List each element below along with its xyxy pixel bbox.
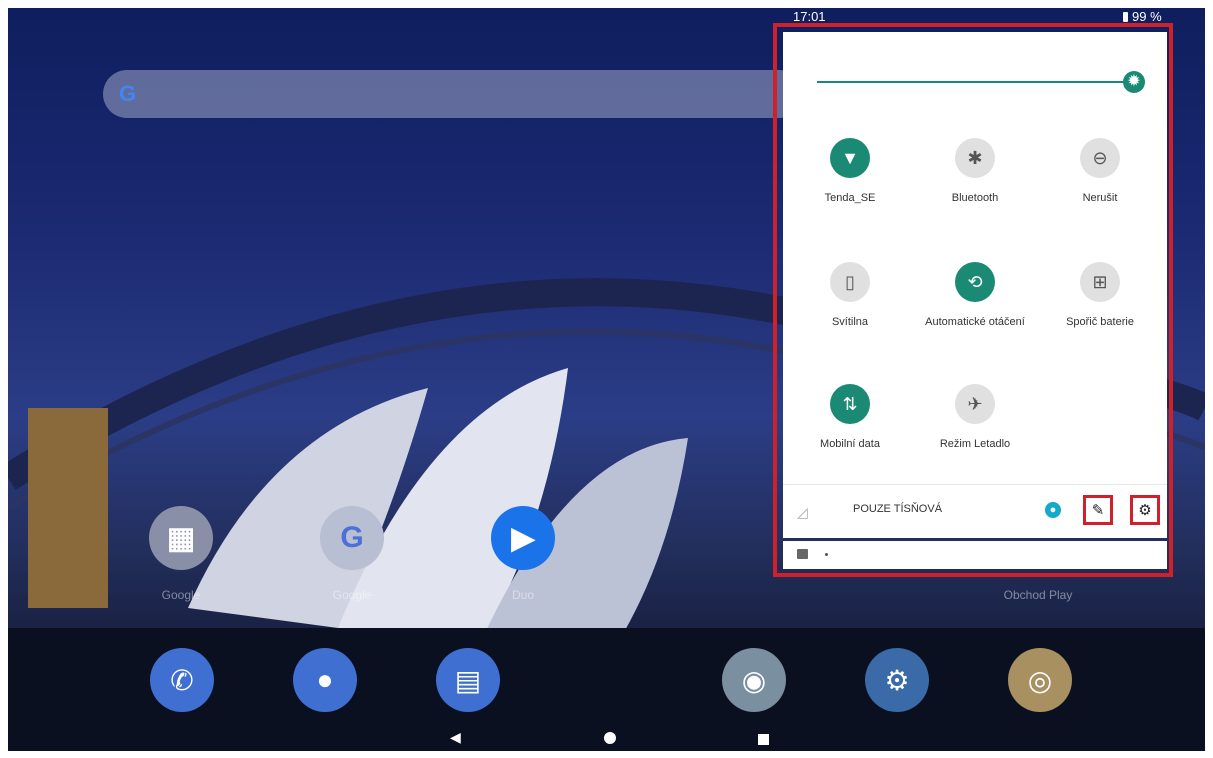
tile-label: Mobilní data — [820, 438, 880, 450]
app-label: Duo — [511, 588, 534, 602]
flashlight-icon: ▯ — [830, 262, 870, 302]
tile-airplane-mode[interactable]: ✈ Režim Letadlo — [910, 384, 1040, 450]
app-label: Google — [332, 588, 372, 602]
tile-mobile-data[interactable]: ⇅ Mobilní data — [785, 384, 915, 450]
battery-saver-icon: ⊞ — [1080, 262, 1120, 302]
contacts-icon: ● — [316, 664, 334, 695]
tile-bluetooth[interactable]: ✱ Bluetooth — [910, 138, 1040, 204]
app-google[interactable]: G Google — [292, 506, 412, 602]
auto-rotate-icon: ⟲ — [955, 262, 995, 302]
phone-icon: ✆ — [170, 664, 194, 696]
bluetooth-icon: ✱ — [955, 138, 995, 178]
tile-do-not-disturb[interactable]: ⊖ Nerušit — [1035, 138, 1165, 204]
recents-button[interactable] — [758, 734, 769, 745]
settings-button[interactable]: ⚙ — [1130, 495, 1160, 525]
status-time: 17:01 — [793, 9, 826, 24]
back-button[interactable]: ◀ — [450, 729, 461, 746]
tile-label: Režim Letadlo — [939, 438, 1011, 450]
dock-settings[interactable]: ⚙ — [865, 648, 929, 712]
wifi-icon: ▼ — [830, 138, 870, 178]
messages-icon: ▤ — [454, 664, 482, 696]
dock-camera[interactable]: ◎ — [1008, 648, 1072, 712]
app-label: Obchod Play — [1003, 588, 1073, 602]
dock-messages[interactable]: ▤ — [436, 648, 500, 712]
home-button[interactable] — [604, 732, 616, 744]
settings-icon: ⚙ — [884, 664, 910, 696]
signal-icon: ◿ — [797, 504, 808, 520]
tile-label: Bluetooth — [951, 192, 999, 204]
tile-label: Automatické otáčení — [925, 316, 1025, 328]
tile-label: Svítilna — [831, 316, 869, 328]
dock-contacts[interactable]: ● — [293, 648, 357, 712]
google-app-icon: G — [320, 506, 384, 570]
mobile-data-icon: ⇅ — [830, 384, 870, 424]
tile-label: Spořič baterie — [1066, 316, 1134, 328]
app-label: Google — [161, 588, 201, 602]
dock-chrome[interactable]: ◉ — [722, 648, 786, 712]
notification-strip[interactable] — [783, 541, 1167, 569]
app-duo[interactable]: ▶ Duo — [463, 506, 583, 602]
tile-auto-rotate[interactable]: ⟲ Automatické otáčení — [910, 262, 1040, 328]
google-folder-icon: ▦ — [149, 506, 213, 570]
battery-percent: 99 % — [1132, 9, 1162, 24]
google-logo-icon: G — [119, 81, 137, 106]
quick-settings-footer: ◿ POUZE TÍSŇOVÁ ● ✎ ⚙ — [783, 484, 1167, 539]
tile-label: Nerušit — [1082, 192, 1118, 204]
airplane-icon: ✈ — [955, 384, 995, 424]
image-icon — [797, 549, 808, 559]
google-search-bar[interactable]: G — [103, 70, 803, 118]
camera-icon: ◎ — [1027, 664, 1053, 696]
brightness-icon[interactable]: ✹ — [1123, 71, 1145, 93]
status-battery: 99 % — [1123, 9, 1162, 24]
user-switch-icon[interactable]: ● — [1045, 502, 1061, 518]
gear-icon: ⚙ — [1138, 502, 1152, 519]
app-google-folder[interactable]: ▦ Google — [121, 506, 241, 602]
tile-flashlight[interactable]: ▯ Svítilna — [785, 262, 915, 328]
duo-icon: ▶ — [491, 506, 555, 570]
pencil-icon: ✎ — [1091, 502, 1105, 519]
battery-icon — [1123, 12, 1128, 22]
tile-label: Tenda_SE — [824, 192, 876, 204]
carrier-text: POUZE TÍSŇOVÁ — [853, 503, 943, 515]
edit-tiles-button[interactable]: ✎ — [1083, 495, 1113, 525]
brightness-slider[interactable] — [817, 81, 1129, 83]
chrome-icon: ◉ — [741, 664, 767, 696]
tile-battery-saver[interactable]: ⊞ Spořič baterie — [1035, 262, 1165, 328]
quick-settings-panel: ✹ ▼ Tenda_SE ✱ Bluetooth ⊖ Nerušit ▯ Sví… — [783, 32, 1167, 538]
dot-icon — [825, 553, 828, 556]
do-not-disturb-icon: ⊖ — [1080, 138, 1120, 178]
dock-phone[interactable]: ✆ — [150, 648, 214, 712]
tile-wifi[interactable]: ▼ Tenda_SE — [785, 138, 915, 204]
